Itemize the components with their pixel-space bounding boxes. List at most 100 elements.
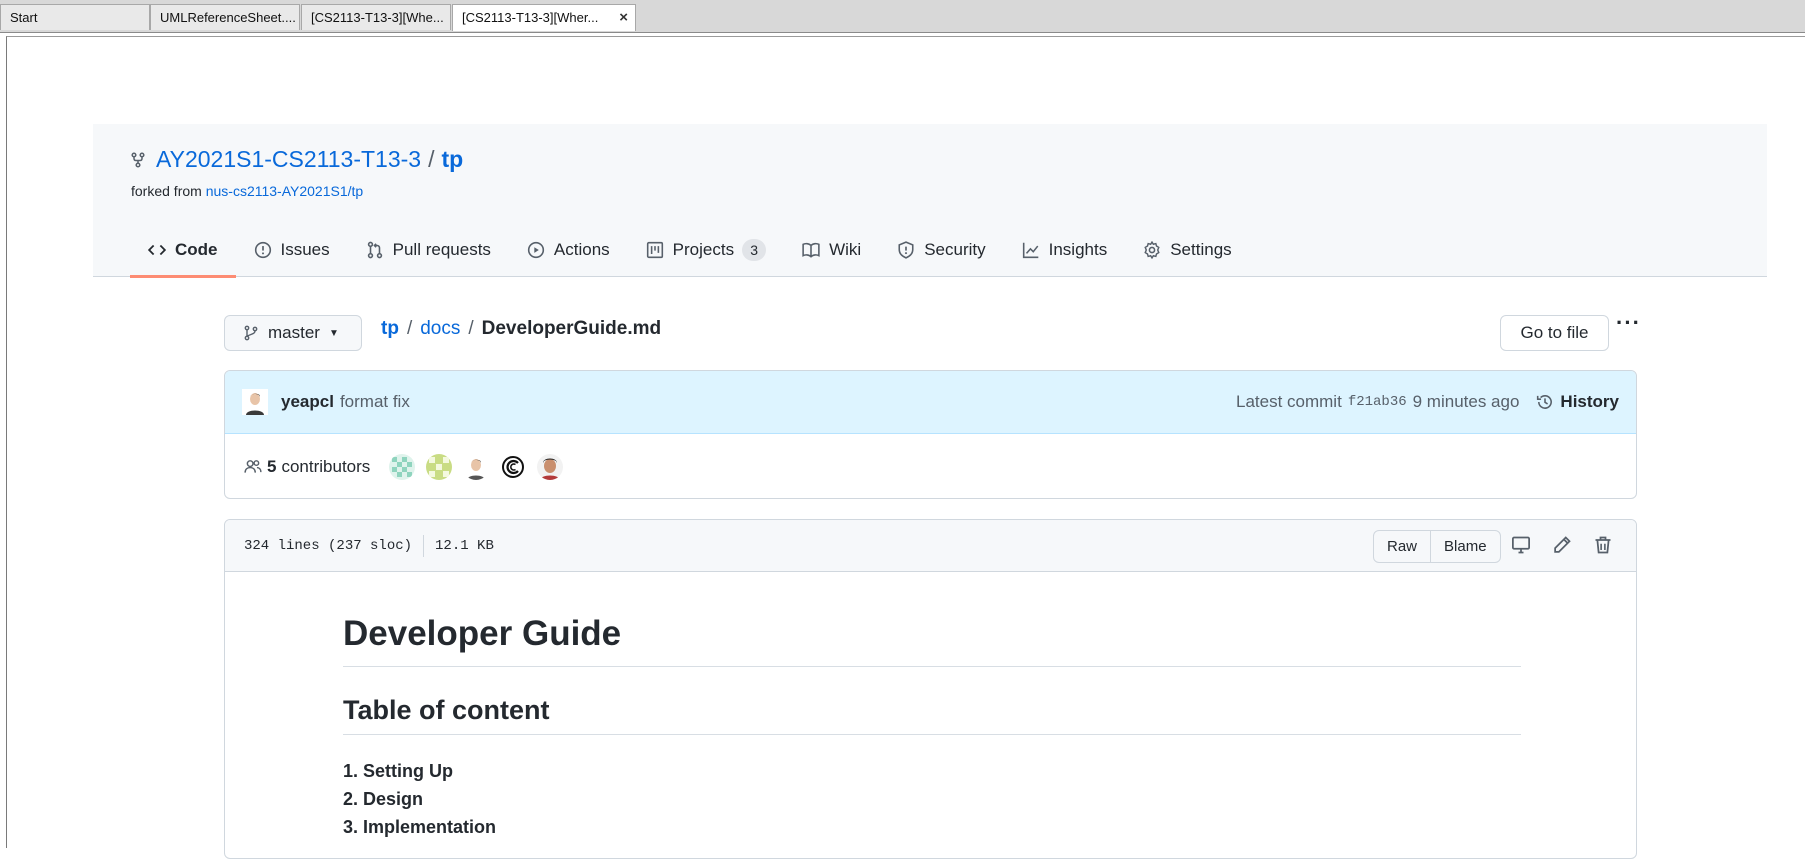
project-icon <box>646 241 663 259</box>
tab-actions-label: Actions <box>553 240 610 259</box>
browser-tab-uml[interactable]: UMLReferenceSheet.... <box>150 4 300 30</box>
browser-tab-strip: Start UMLReferenceSheet.... [CS2113-T13-… <box>0 0 1805 33</box>
blame-button[interactable]: Blame <box>1430 531 1500 562</box>
people-icon <box>244 459 262 473</box>
contributor-avatars <box>389 453 574 480</box>
toc-item-implementation[interactable]: 3. Implementation <box>343 813 1521 841</box>
pull-request-icon <box>367 241 382 259</box>
latest-commit-row: yeapcl format fix Latest commit f21ab36 … <box>225 371 1636 434</box>
breadcrumb-repo-link[interactable]: tp <box>381 318 399 340</box>
close-icon[interactable]: × <box>619 5 628 31</box>
tab-wiki[interactable]: Wiki <box>784 223 879 277</box>
contributors-row: 5 contributors <box>225 434 1636 498</box>
repo-title-separator: / <box>428 146 435 172</box>
code-icon <box>148 244 166 256</box>
commit-message[interactable]: format fix <box>340 392 410 412</box>
commit-author[interactable]: yeapcl <box>281 392 334 412</box>
tab-security[interactable]: Security <box>879 223 1003 277</box>
tab-projects-label: Projects <box>672 240 735 259</box>
tab-issues[interactable]: Issues <box>236 223 348 277</box>
breadcrumb-separator: / <box>406 318 413 339</box>
commit-sha[interactable]: f21ab36 <box>1348 394 1407 410</box>
tab-code-label: Code <box>175 240 218 259</box>
forked-prefix: forked from <box>131 183 202 199</box>
tab-insights-label: Insights <box>1048 240 1108 259</box>
tab-insights[interactable]: Insights <box>1004 223 1126 277</box>
commit-meta: Latest commit f21ab36 9 minutes ago Hist… <box>1236 371 1619 433</box>
breadcrumb-separator: / <box>468 318 474 339</box>
breadcrumb-file-name: DeveloperGuide.md <box>481 318 662 339</box>
graph-icon <box>1022 242 1038 259</box>
tab-projects[interactable]: Projects 3 <box>628 223 784 277</box>
file-actions <box>1511 535 1634 555</box>
toc-item-design[interactable]: 2. Design <box>343 785 1521 813</box>
avatar[interactable] <box>463 453 490 480</box>
book-icon <box>802 242 820 258</box>
fork-icon <box>131 151 145 168</box>
branch-select-button[interactable]: master ▼ <box>224 315 362 351</box>
trash-icon[interactable] <box>1593 535 1613 555</box>
desktop-icon[interactable] <box>1511 535 1531 555</box>
repo-nav: Code Issues Pull requests Actions Projec… <box>130 223 1250 278</box>
tab-pull-requests[interactable]: Pull requests <box>348 223 509 277</box>
projects-count-badge: 3 <box>742 239 767 261</box>
latest-commit-label: Latest commit <box>1236 392 1342 411</box>
toc-item-setting-up[interactable]: 1. Setting Up <box>343 757 1521 785</box>
file-box: 324 lines (237 sloc) 12.1 KB Raw Blame D… <box>224 519 1637 859</box>
tab-label: Start <box>10 10 38 25</box>
repo-header: AY2021S1-CS2113-T13-3 / tp forked from n… <box>93 124 1767 278</box>
avatar[interactable] <box>537 453 564 480</box>
branch-icon <box>244 325 258 341</box>
raw-button[interactable]: Raw <box>1374 531 1430 562</box>
browser-tab-start[interactable]: Start <box>0 4 150 30</box>
repo-title: AY2021S1-CS2113-T13-3 / tp <box>130 146 463 173</box>
history-button[interactable]: History <box>1536 392 1619 412</box>
file-info-divider <box>423 534 425 557</box>
tab-wiki-label: Wiki <box>829 240 862 259</box>
tab-settings[interactable]: Settings <box>1125 223 1249 277</box>
tab-code[interactable]: Code <box>130 223 236 278</box>
tab-label: [CS2113-T13-3][Whe... <box>311 10 444 25</box>
tab-pull-requests-label: Pull requests <box>392 240 491 259</box>
commit-box: yeapcl format fix Latest commit f21ab36 … <box>224 370 1637 499</box>
forked-from: forked from nus-cs2113-AY2021S1/tp <box>131 183 363 199</box>
avatar[interactable] <box>426 453 453 480</box>
forked-from-link[interactable]: nus-cs2113-AY2021S1/tp <box>206 183 363 199</box>
chevron-down-icon: ▼ <box>328 327 339 339</box>
gear-icon <box>1144 241 1160 259</box>
commit-time: 9 minutes ago <box>1412 392 1520 411</box>
toc-list: 1. Setting Up 2. Design 3. Implementatio… <box>343 757 1521 841</box>
repo-name-link[interactable]: tp <box>441 146 463 173</box>
avatar[interactable] <box>242 389 268 415</box>
history-label: History <box>1560 392 1619 411</box>
file-view-button-group: Raw Blame <box>1373 530 1501 563</box>
contributors-label[interactable]: contributors <box>281 457 370 477</box>
file-line-count: 324 lines (237 sloc) <box>244 537 413 554</box>
tab-security-label: Security <box>924 240 986 259</box>
more-options-icon[interactable]: ··· <box>1616 312 1641 334</box>
tab-issues-label: Issues <box>280 240 330 259</box>
tab-label: [CS2113-T13-3][Wher... <box>462 10 599 25</box>
tab-settings-label: Settings <box>1170 240 1232 259</box>
browser-tab-cs2113-1[interactable]: [CS2113-T13-3][Whe... <box>301 4 451 30</box>
file-size: 12.1 KB <box>435 537 494 554</box>
pencil-icon[interactable] <box>1552 535 1572 555</box>
tab-label: UMLReferenceSheet.... <box>160 10 296 25</box>
avatar[interactable] <box>500 453 527 480</box>
history-icon <box>1537 395 1553 409</box>
breadcrumb-docs-link[interactable]: docs <box>420 318 460 340</box>
branch-name: master <box>268 323 320 342</box>
repo-owner-link[interactable]: AY2021S1-CS2113-T13-3 <box>156 146 421 173</box>
tab-actions[interactable]: Actions <box>509 223 628 277</box>
browser-tab-cs2113-active[interactable]: [CS2113-T13-3][Wher... × <box>452 4 636 31</box>
doc-title: Developer Guide <box>343 572 1521 667</box>
breadcrumb: tp / docs / DeveloperGuide.md <box>381 318 661 340</box>
file-header: 324 lines (237 sloc) 12.1 KB Raw Blame <box>225 520 1636 572</box>
toc-heading: Table of content <box>343 667 1521 735</box>
go-to-file-button[interactable]: Go to file <box>1500 315 1609 351</box>
markdown-body: Developer Guide Table of content 1. Sett… <box>343 572 1521 841</box>
avatar[interactable] <box>389 453 416 480</box>
issue-icon <box>254 241 271 259</box>
shield-icon <box>898 241 914 259</box>
contributors-count[interactable]: 5 <box>267 457 276 477</box>
